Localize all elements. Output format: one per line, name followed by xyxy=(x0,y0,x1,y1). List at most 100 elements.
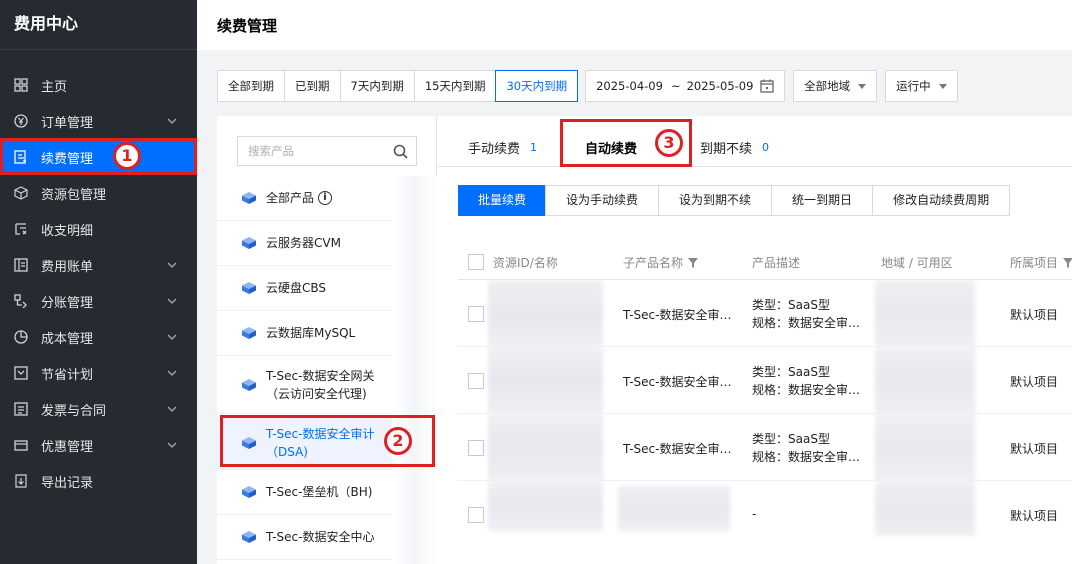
main-panel: 搜索产品 全部产品 i 云服务器CVM 云硬盘CBS 云数据库MySQL T-S… xyxy=(217,116,1072,564)
sidebar-item-coupons[interactable]: 优惠管理 xyxy=(0,427,197,463)
sidebar-item-exports[interactable]: 导出记录 xyxy=(0,463,197,499)
plan-icon xyxy=(14,366,28,380)
annotation-badge-1: 1 xyxy=(113,142,141,170)
project-cell: 默认项目 xyxy=(1010,308,1059,322)
info-icon[interactable]: i xyxy=(318,191,333,205)
search-icon xyxy=(393,144,408,159)
product-label-sub: （云访问安全代理) xyxy=(266,386,367,401)
tabs-divider xyxy=(438,166,1072,167)
tab-no-renewal[interactable]: 到期不续 0 xyxy=(700,136,769,158)
select-all-checkbox[interactable] xyxy=(468,254,484,270)
tab-label: 手动续费 xyxy=(468,141,521,157)
filter-all-expiry[interactable]: 全部到期 xyxy=(218,71,285,101)
sidebar-item-home[interactable]: 主页 xyxy=(0,67,197,103)
filter-expired[interactable]: 已到期 xyxy=(285,71,341,101)
col-resource-id: 资源ID/名称 xyxy=(493,256,558,270)
annotation-box-1 xyxy=(0,138,197,175)
product-search-input[interactable]: 搜索产品 xyxy=(237,136,417,166)
table-row[interactable]: T-Sec-数据安全审… 类型：SaaS型 规格：数据安全审… 默认项目 xyxy=(458,414,1072,481)
col-subproduct[interactable]: 子产品名称 xyxy=(623,254,699,271)
cube-icon xyxy=(242,282,256,294)
page-title: 续费管理 xyxy=(217,17,278,35)
table-row[interactable]: - 默认项目 xyxy=(458,481,1072,548)
modify-auto-renew-period-button[interactable]: 修改自动续费周期 xyxy=(872,185,1011,216)
expiry-filter-group: 全部到期 已到期 7天内到期 15天内到期 30天内到期 xyxy=(217,70,579,102)
sidebar-item-split[interactable]: 分账管理 xyxy=(0,283,197,319)
sidebar-item-label: 分账管理 xyxy=(41,295,94,311)
product-label: T-Sec-数据安全中心 xyxy=(266,530,375,544)
row-checkbox[interactable] xyxy=(468,440,484,456)
col-subproduct-label: 子产品名称 xyxy=(623,256,684,270)
redacted-subproduct xyxy=(618,486,730,531)
row-checkbox[interactable] xyxy=(468,373,484,389)
col-region: 地域 / 可用区 xyxy=(881,256,953,270)
sidebar-item-cost[interactable]: 成本管理 xyxy=(0,319,197,355)
product-item-dsc[interactable]: T-Sec-数据安全中心 xyxy=(217,515,392,560)
region-value: 全部地域 xyxy=(804,79,851,93)
split-icon xyxy=(14,294,28,308)
redacted-region xyxy=(875,280,975,347)
tab-label: 到期不续 xyxy=(700,141,753,157)
sidebar-item-ledger[interactable]: 收支明细 xyxy=(0,211,197,247)
product-label: 云数据库MySQL xyxy=(266,326,356,340)
table-row[interactable]: T-Sec-数据安全审… 类型：SaaS型 规格：数据安全审… 默认项目 xyxy=(458,347,1072,414)
caret-down-icon xyxy=(858,83,867,89)
batch-renew-button[interactable]: 批量续费 xyxy=(458,185,547,216)
date-end: 2025-05-09 xyxy=(686,79,754,93)
sidebar-item-savings[interactable]: 节省计划 xyxy=(0,355,197,391)
col-project-label: 所属项目 xyxy=(1010,256,1059,270)
redacted-resource-id xyxy=(488,347,603,414)
desc-type: - xyxy=(752,507,757,521)
cube-icon xyxy=(242,531,256,543)
sidebar-item-packages[interactable]: 资源包管理 xyxy=(0,175,197,211)
product-item-mysql[interactable]: 云数据库MySQL xyxy=(217,311,392,356)
product-label-block: T-Sec-数据安全网关 （云访问安全代理) xyxy=(266,367,375,403)
region-select[interactable]: 全部地域 xyxy=(793,70,878,102)
product-item-cvm[interactable]: 云服务器CVM xyxy=(217,221,392,266)
filter-icon[interactable] xyxy=(688,257,699,268)
date-range-picker[interactable]: 2025-04-09 ~ 2025-05-09 xyxy=(585,70,786,102)
subproduct-cell: T-Sec-数据安全审… xyxy=(623,308,732,322)
sidebar-item-bills[interactable]: 费用账单 xyxy=(0,247,197,283)
filter-15-days[interactable]: 15天内到期 xyxy=(414,71,497,101)
col-project[interactable]: 所属项目 xyxy=(1010,254,1072,271)
redacted-region xyxy=(875,347,975,414)
export-icon xyxy=(14,474,28,488)
table-row[interactable]: T-Sec-数据安全审… 类型：SaaS型 规格：数据安全审… 默认项目 xyxy=(458,280,1072,347)
sidebar-item-invoice[interactable]: 发票与合同 xyxy=(0,391,197,427)
row-checkbox[interactable] xyxy=(468,507,484,523)
product-item-cbs[interactable]: 云硬盘CBS xyxy=(217,266,392,311)
product-label: 云服务器CVM xyxy=(266,236,341,250)
filter-30-days[interactable]: 30天内到期 xyxy=(495,70,579,102)
sidebar-item-label: 发票与合同 xyxy=(41,403,107,419)
status-select[interactable]: 运行中 xyxy=(885,70,958,102)
sidebar-item-label: 收支明细 xyxy=(41,223,94,239)
unify-expiry-button[interactable]: 统一到期日 xyxy=(771,185,874,216)
cube-icon xyxy=(242,486,256,498)
cube-icon xyxy=(242,237,256,249)
redacted-region xyxy=(875,414,975,481)
cube-icon xyxy=(242,327,256,339)
search-placeholder: 搜索产品 xyxy=(248,144,294,158)
set-manual-renew-button[interactable]: 设为手动续费 xyxy=(545,185,660,216)
row-checkbox[interactable] xyxy=(468,306,484,322)
tab-manual-renewal[interactable]: 手动续费 1 xyxy=(468,136,537,158)
filter-7-days[interactable]: 7天内到期 xyxy=(340,71,415,101)
desc-type: 类型：SaaS型 xyxy=(752,298,830,312)
product-item-all[interactable]: 全部产品 i xyxy=(217,176,392,221)
caret-down-icon xyxy=(938,83,947,89)
product-item-bh[interactable]: T-Sec-堡垒机（BH) xyxy=(217,470,392,515)
sidebar: 费用中心 主页 订单管理 续费管理 资源包管理 收支明细 费用账单 分账管理 成… xyxy=(0,0,197,564)
sidebar-item-orders[interactable]: 订单管理 xyxy=(0,103,197,139)
filter-icon[interactable] xyxy=(1063,257,1072,268)
sidebar-item-label: 节省计划 xyxy=(41,367,94,383)
product-item-data-gateway[interactable]: T-Sec-数据安全网关 （云访问安全代理) xyxy=(217,356,392,414)
cube-icon xyxy=(242,378,256,391)
annotation-badge-2: 2 xyxy=(384,427,412,455)
set-no-renew-button[interactable]: 设为到期不续 xyxy=(658,185,773,216)
chevron-down-icon xyxy=(167,334,177,340)
action-toolbar: 批量续费 设为手动续费 设为到期不续 统一到期日 修改自动续费周期 xyxy=(458,185,1011,216)
tab-count: 1 xyxy=(530,140,538,154)
desc-spec: 规格：数据安全审… xyxy=(752,383,861,397)
page-header: 续费管理 xyxy=(197,0,1072,50)
